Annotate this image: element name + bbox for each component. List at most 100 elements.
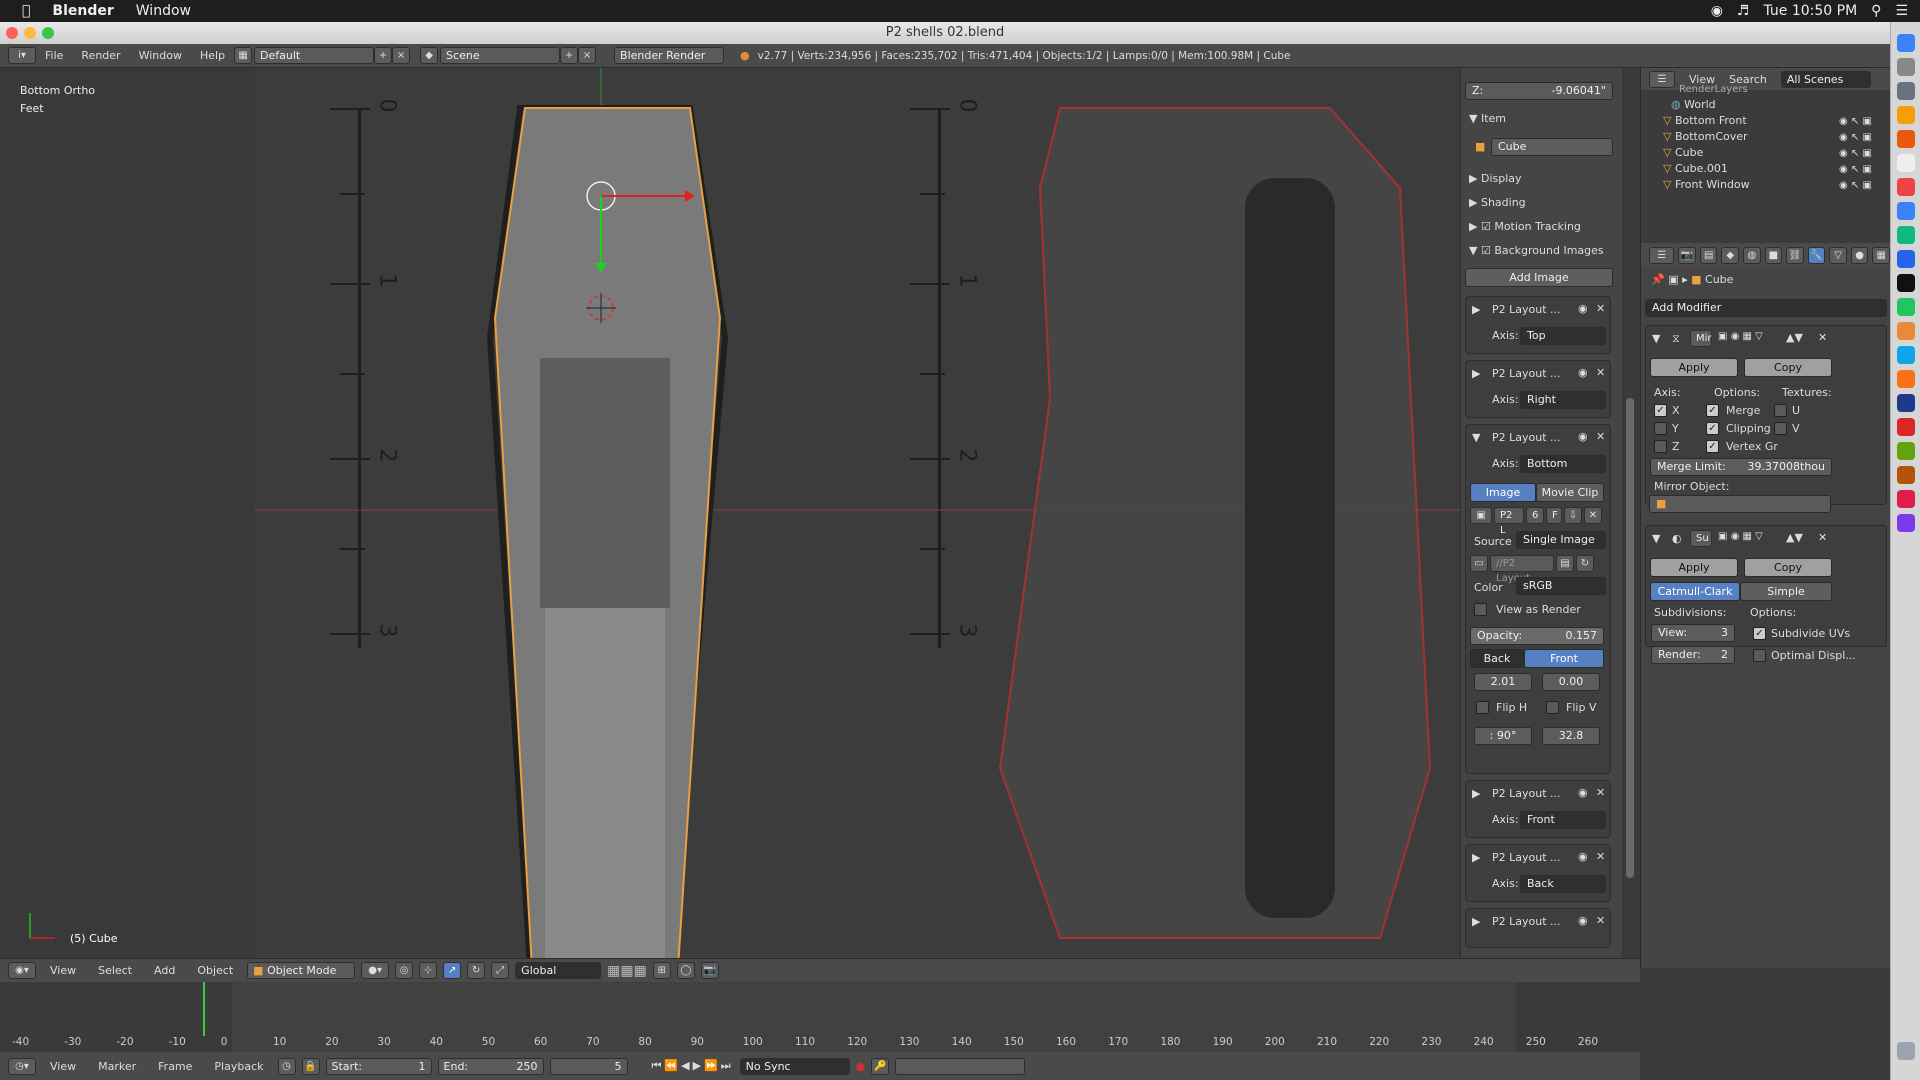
color-space-select[interactable]: sRGB <box>1516 577 1606 595</box>
volume-icon[interactable]: ♬ <box>1737 3 1750 19</box>
texture-tab-icon[interactable]: ▦ <box>1872 246 1890 264</box>
world-tab-icon[interactable]: ◍ <box>1743 246 1761 264</box>
preview-range-icon[interactable]: ◷ <box>277 1057 296 1075</box>
orientation-select[interactable]: Global <box>515 962 602 979</box>
lock-icon[interactable]: 🔒 <box>301 1057 320 1075</box>
subdiv-render-field[interactable]: Render: 2 <box>1651 646 1735 664</box>
merge-checkbox[interactable]: ✓ <box>1706 404 1719 417</box>
catmull-clark-button[interactable]: Catmull-Clark <box>1650 582 1740 601</box>
snap-icon[interactable]: ⊞ <box>652 962 671 979</box>
bridge-icon[interactable] <box>1897 466 1915 484</box>
app-icon[interactable] <box>1897 490 1915 508</box>
item-panel-header[interactable]: ▼ Item <box>1469 112 1506 125</box>
shading-panel-header[interactable]: ▶ Shading <box>1469 196 1526 209</box>
add-scene-icon[interactable]: + <box>560 47 579 64</box>
expand-icon[interactable]: ▶ <box>1472 303 1480 316</box>
unlink-icon[interactable]: ✕ <box>1584 507 1602 524</box>
axis-select[interactable]: Bottom <box>1520 455 1606 473</box>
axis-select[interactable]: Back <box>1520 875 1606 893</box>
shading-icon[interactable]: ●▾ <box>361 962 390 979</box>
wifi-icon[interactable]: ◉ <box>1711 3 1723 19</box>
remove-scene-icon[interactable]: × <box>578 47 597 64</box>
safari-icon[interactable] <box>1897 106 1915 124</box>
fake-user-button[interactable]: F <box>1546 507 1562 524</box>
app-icon[interactable] <box>1897 514 1915 532</box>
size-field[interactable]: 32.8 <box>1542 727 1600 745</box>
layers-icon[interactable]: ▦▦▦ <box>607 963 647 979</box>
object-tab-icon[interactable]: ■ <box>1764 246 1783 264</box>
add-layout-icon[interactable]: + <box>374 47 393 64</box>
expand-icon[interactable]: ▶ <box>1472 915 1480 928</box>
texture-u-checkbox[interactable] <box>1774 404 1787 417</box>
copy-button[interactable]: Copy <box>1744 358 1832 377</box>
material-tab-icon[interactable]: ● <box>1850 246 1869 264</box>
outliner-item[interactable]: ◍ World <box>1671 98 1716 111</box>
front-button[interactable]: Front <box>1524 649 1604 668</box>
close-window-button[interactable] <box>6 27 18 39</box>
move-modifier-icons[interactable]: ▲▼ <box>1786 531 1803 544</box>
record-icon[interactable]: ● <box>856 1060 866 1073</box>
apply-button[interactable]: Apply <box>1650 358 1738 377</box>
menu-window[interactable]: Window <box>139 49 182 62</box>
app-store-icon[interactable] <box>1897 250 1915 268</box>
collapse-icon[interactable]: ▼ <box>1652 532 1660 545</box>
start-frame-field[interactable]: Start: 1 <box>325 1057 432 1075</box>
opacity-slider[interactable]: Opacity: 0.157 <box>1470 627 1604 645</box>
select-menu[interactable]: Select <box>98 964 132 977</box>
render-tab-icon[interactable]: 📷 <box>1678 246 1696 264</box>
rotation-field[interactable]: : 90° <box>1474 727 1532 745</box>
layers-tab-icon[interactable]: ▤ <box>1699 246 1718 264</box>
messages-icon[interactable] <box>1897 226 1915 244</box>
modifier-visibility-icons[interactable]: ▣ ◉ ▦ ▽ <box>1718 531 1763 542</box>
subdiv-view-field[interactable]: View: 3 <box>1651 624 1735 642</box>
layout-field[interactable]: Default <box>254 47 375 64</box>
timeline-view-menu[interactable]: View <box>50 1060 76 1073</box>
view-as-render-checkbox[interactable] <box>1474 603 1487 616</box>
remove-icon[interactable]: ✕ <box>1596 850 1605 863</box>
frame-menu[interactable]: Frame <box>158 1060 192 1073</box>
axis-select[interactable]: Front <box>1520 811 1606 829</box>
playback-menu[interactable]: Playback <box>214 1060 263 1073</box>
outliner-item[interactable]: ▽ Front Window <box>1663 178 1750 191</box>
layout-icon[interactable]: ▦ <box>234 47 253 64</box>
constraints-tab-icon[interactable]: ⛓ <box>1786 246 1804 264</box>
menu-icon[interactable]: ☰ <box>1895 3 1908 19</box>
visibility-icons[interactable]: ◉ ↖ ▣ ◉ ↖ ▣ ◉ ↖ ▣ ◉ ↖ ▣ ◉ ↖ ▣ <box>1839 114 1872 194</box>
eye-icon[interactable]: ◉ <box>1578 366 1588 379</box>
apple-icon[interactable]:  <box>22 3 30 19</box>
firefox-icon[interactable] <box>1897 130 1915 148</box>
keying-set-field[interactable] <box>895 1057 1026 1075</box>
info-editor-icon[interactable]: i▾ <box>8 47 36 64</box>
image-browse-icon[interactable]: ▣ <box>1470 507 1492 524</box>
manipulator-icon[interactable]: ⊹ <box>419 962 438 979</box>
image-path-field[interactable]: //P2 Layout... <box>1490 555 1554 584</box>
launchpad-icon[interactable] <box>1897 58 1915 76</box>
pack-icon[interactable]: ⇩ <box>1564 507 1582 524</box>
zoom-window-button[interactable] <box>42 27 54 39</box>
remove-icon[interactable]: ✕ <box>1596 366 1605 379</box>
apply-button[interactable]: Apply <box>1650 558 1738 577</box>
modifier-name-field[interactable]: Su <box>1690 530 1712 547</box>
outliner-item[interactable]: ▽ Cube <box>1663 146 1703 159</box>
sync-select[interactable]: No Sync <box>739 1057 850 1075</box>
menu-help[interactable]: Help <box>200 49 225 62</box>
axis-select[interactable]: Top <box>1520 327 1606 345</box>
motion-tracking-panel-header[interactable]: ▶ ☑ Motion Tracking <box>1469 220 1581 233</box>
add-image-button[interactable]: Add Image <box>1465 268 1613 287</box>
window-menu[interactable]: Window <box>136 3 191 19</box>
remove-icon[interactable]: ✕ <box>1596 914 1605 927</box>
remove-icon[interactable]: ✕ <box>1596 430 1605 443</box>
outliner-item[interactable]: ▽ Bottom Front <box>1663 114 1747 127</box>
clock[interactable]: Tue 10:50 PM <box>1763 3 1857 19</box>
expand-icon[interactable]: ▶ <box>1472 787 1480 800</box>
marker-menu[interactable]: Marker <box>98 1060 136 1073</box>
3d-viewport[interactable]: Bottom Ortho Feet 0 1 2 3 0 1 2 3 (5) Cu… <box>0 68 1460 968</box>
numbers-icon[interactable] <box>1897 298 1915 316</box>
axis-select[interactable]: Right <box>1520 391 1606 409</box>
photoshop-icon[interactable] <box>1897 346 1915 364</box>
add-menu[interactable]: Add <box>154 964 175 977</box>
expand-icon[interactable]: ▶ <box>1472 367 1480 380</box>
optimal-display-checkbox[interactable] <box>1753 649 1766 662</box>
movie-clip-tab[interactable]: Movie Clip <box>1536 483 1604 502</box>
npanel-scrollbar[interactable] <box>1622 68 1640 968</box>
